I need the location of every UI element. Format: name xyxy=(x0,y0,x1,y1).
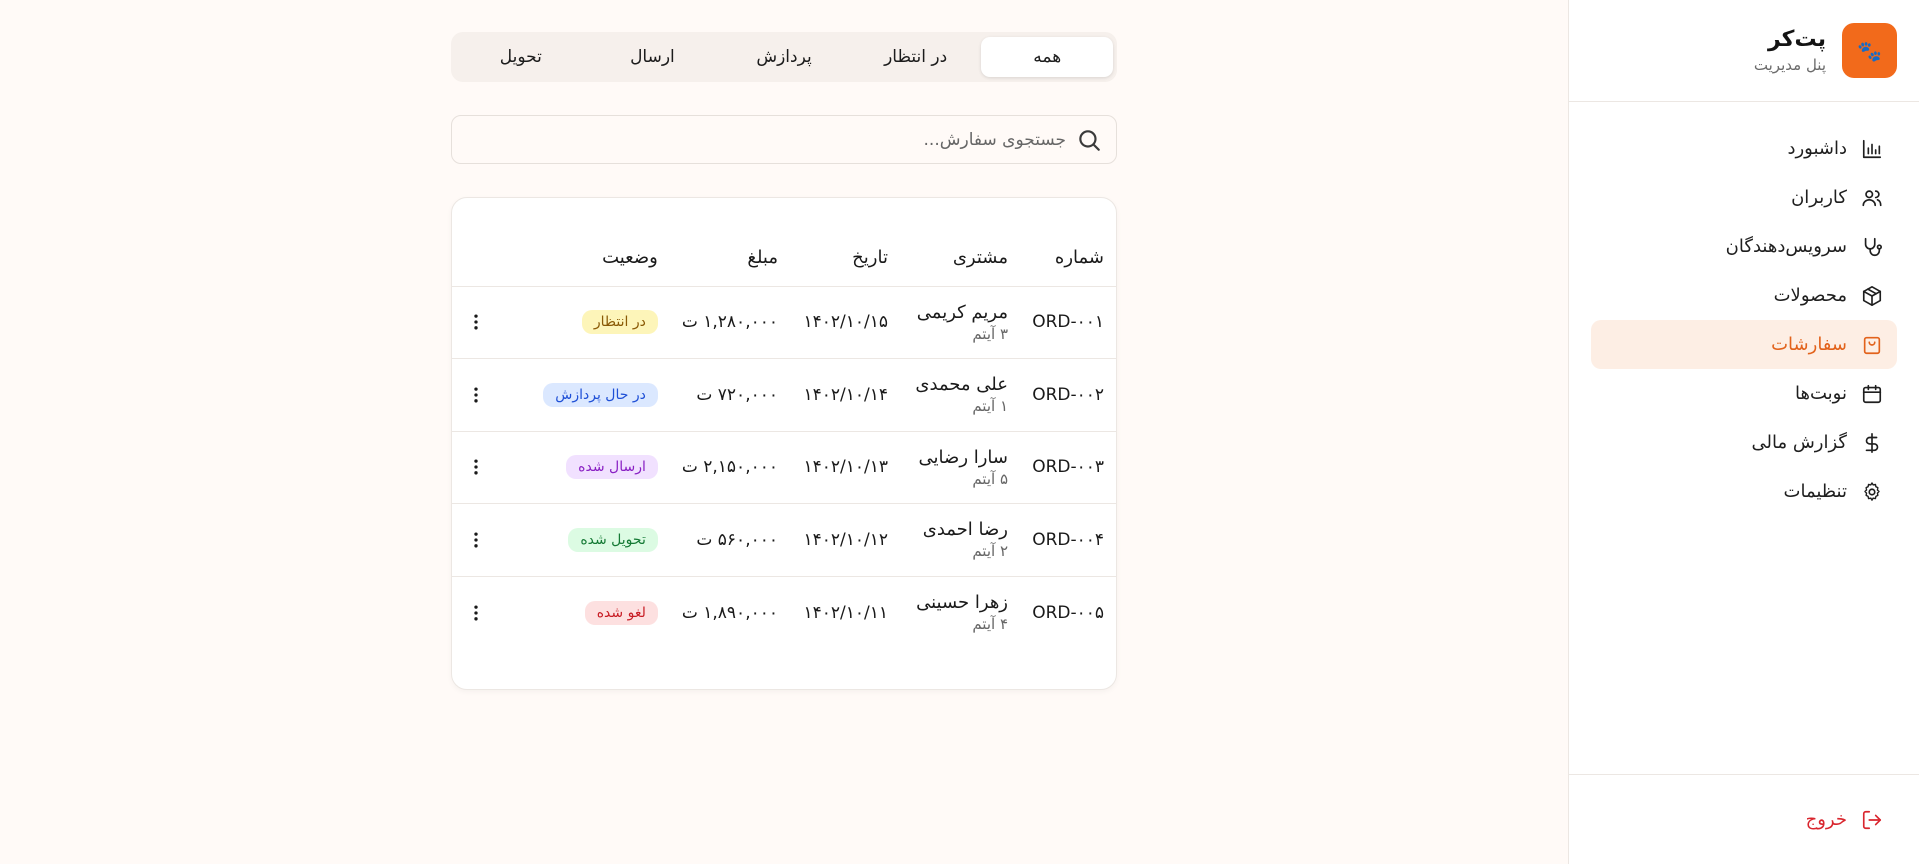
users-icon xyxy=(1862,189,1882,206)
column-header-amount: مبلغ xyxy=(747,247,778,269)
logout-label: خروج xyxy=(1805,809,1847,830)
sidebar-item-financial-report[interactable]: گزارش مالی xyxy=(1591,418,1897,467)
table-row[interactable]: ORD-۰۰۴ رضا احمدی ۲ آیتم ۱۴۰۲/۱۰/۱۲ ۵۶۰,… xyxy=(452,503,1116,576)
more-actions-button[interactable] xyxy=(464,383,488,407)
more-vertical-icon xyxy=(474,605,478,620)
sidebar-item-label: داشبورد xyxy=(1787,138,1847,159)
logout-icon xyxy=(1862,810,1882,829)
paw-icon: 🐾 xyxy=(1842,23,1897,78)
sidebar-item-label: تنظیمات xyxy=(1783,481,1847,502)
more-actions-button[interactable] xyxy=(464,528,488,552)
order-number: ORD-۰۰۵ xyxy=(1020,575,1116,649)
item-count: ۴ آیتم xyxy=(972,615,1008,633)
column-header-date: تاریخ xyxy=(852,247,888,269)
tab-processing[interactable]: پردازش xyxy=(718,37,850,77)
sidebar-item-providers[interactable]: سرویس‌دهندگان xyxy=(1591,222,1897,271)
sidebar-item-appointments[interactable]: نوبت‌ها xyxy=(1591,369,1897,418)
sidebar-item-label: کاربران xyxy=(1791,187,1847,208)
order-date: ۱۴۰۲/۱۰/۱۵ xyxy=(790,285,900,359)
sidebar-item-label: سفارشات xyxy=(1771,334,1847,355)
bar-chart-icon xyxy=(1862,139,1882,158)
order-date: ۱۴۰۲/۱۰/۱۲ xyxy=(790,503,900,576)
order-number: ORD-۰۰۴ xyxy=(1020,503,1116,576)
order-number: ORD-۰۰۲ xyxy=(1020,358,1116,431)
sidebar-item-users[interactable]: کاربران xyxy=(1591,173,1897,222)
gear-icon xyxy=(1864,481,1880,501)
shopping-bag-icon xyxy=(1863,336,1881,354)
order-number: ORD-۰۰۱ xyxy=(1020,285,1116,359)
table-header-row: شماره مشتری تاریخ مبلغ وضعیت xyxy=(452,246,1116,286)
order-amount: ۲,۱۵۰,۰۰۰ ت xyxy=(669,430,790,504)
tab-shipping[interactable]: ارسال xyxy=(587,37,719,77)
tab-delivered[interactable]: تحویل xyxy=(455,37,587,77)
tab-all[interactable]: همه xyxy=(981,37,1113,77)
orders-table-card: شماره مشتری تاریخ مبلغ وضعیت ORD-۰۰۱ مری… xyxy=(451,197,1117,690)
order-number: ORD-۰۰۳ xyxy=(1020,430,1116,504)
more-actions-button[interactable] xyxy=(464,601,488,625)
tab-pending[interactable]: در انتظار xyxy=(850,37,982,77)
main-content: همه در انتظار پردازش ارسال تحویل شماره م… xyxy=(451,32,1117,690)
search-input[interactable] xyxy=(452,129,1066,150)
sidebar-item-label: سرویس‌دهندگان xyxy=(1725,236,1847,257)
sidebar-item-dashboard[interactable]: داشبورد xyxy=(1591,124,1897,173)
customer-name: زهرا حسینی xyxy=(916,592,1008,613)
status-badge: تحویل شده xyxy=(568,527,658,552)
sidebar-nav: داشبورد کاربران سرویس‌دهندگان محصولات سف… xyxy=(1569,102,1919,516)
sidebar-item-orders[interactable]: سفارشات xyxy=(1591,320,1897,369)
more-vertical-icon xyxy=(474,532,478,548)
table-row[interactable]: ORD-۰۰۳ سارا رضایی ۵ آیتم ۱۴۰۲/۱۰/۱۳ ۲,۱… xyxy=(452,430,1116,504)
column-header-customer: مشتری xyxy=(952,247,1008,269)
sidebar-item-products[interactable]: محصولات xyxy=(1591,271,1897,320)
more-actions-button[interactable] xyxy=(464,455,488,479)
brand: 🐾 پت‌کر پنل مدیریت xyxy=(1569,0,1919,102)
order-date: ۱۴۰۲/۱۰/۱۱ xyxy=(790,575,900,649)
sidebar-item-label: محصولات xyxy=(1773,285,1847,306)
search-box xyxy=(451,115,1117,164)
logout-button[interactable]: خروج xyxy=(1806,809,1897,831)
brand-subtitle: پنل مدیریت xyxy=(1753,56,1826,74)
table-row[interactable]: ORD-۰۰۵ زهرا حسینی ۴ آیتم ۱۴۰۲/۱۰/۱۱ ۱,۸… xyxy=(452,575,1116,649)
sidebar-item-label: نوبت‌ها xyxy=(1795,383,1847,404)
status-badge: ارسال شده xyxy=(566,455,658,480)
order-amount: ۱,۸۹۰,۰۰۰ ت xyxy=(669,575,790,649)
dollar-icon xyxy=(1865,432,1879,453)
status-badge: لغو شده xyxy=(584,600,658,625)
table-row[interactable]: ORD-۰۰۲ علی محمدی ۱ آیتم ۱۴۰۲/۱۰/۱۴ ۷۲۰,… xyxy=(452,358,1116,431)
search-icon xyxy=(1079,129,1100,151)
item-count: ۲ آیتم xyxy=(972,542,1008,561)
item-count: ۵ آیتم xyxy=(972,469,1008,488)
order-amount: ۱,۲۸۰,۰۰۰ ت xyxy=(669,285,790,359)
column-header-status: وضعیت xyxy=(602,247,658,269)
item-count: ۱ آیتم xyxy=(972,397,1008,416)
sidebar: 🐾 پت‌کر پنل مدیریت داشبورد کاربران سرویس… xyxy=(1568,0,1919,864)
customer-name: رضا احمدی xyxy=(922,519,1008,541)
order-date: ۱۴۰۲/۱۰/۱۳ xyxy=(790,430,900,504)
status-badge: در انتظار xyxy=(581,310,658,335)
column-header-number: شماره xyxy=(1054,247,1104,269)
order-date: ۱۴۰۲/۱۰/۱۴ xyxy=(790,358,900,431)
table-row[interactable]: ORD-۰۰۱ مریم کریمی ۳ آیتم ۱۴۰۲/۱۰/۱۵ ۱,۲… xyxy=(452,285,1116,359)
customer-name: مریم کریمی xyxy=(916,301,1008,323)
brand-title: پت‌کر xyxy=(1767,27,1826,52)
more-actions-button[interactable] xyxy=(464,310,488,334)
orders-table: شماره مشتری تاریخ مبلغ وضعیت ORD-۰۰۱ مری… xyxy=(452,246,1116,649)
customer-name: سارا رضایی xyxy=(918,446,1008,468)
calendar-icon xyxy=(1862,384,1882,403)
order-amount: ۵۶۰,۰۰۰ ت xyxy=(669,503,790,576)
more-vertical-icon xyxy=(474,459,478,475)
more-vertical-icon xyxy=(474,314,478,330)
item-count: ۳ آیتم xyxy=(972,324,1008,343)
more-vertical-icon xyxy=(474,387,478,403)
sidebar-item-settings[interactable]: تنظیمات xyxy=(1591,467,1897,516)
sidebar-item-label: گزارش مالی xyxy=(1751,432,1847,453)
package-icon xyxy=(1862,285,1882,306)
stethoscope-icon xyxy=(1864,237,1882,256)
order-amount: ۷۲۰,۰۰۰ ت xyxy=(669,358,790,431)
status-tabs: همه در انتظار پردازش ارسال تحویل xyxy=(451,32,1117,82)
status-badge: در حال پردازش xyxy=(543,382,658,407)
customer-name: علی محمدی xyxy=(915,374,1008,396)
